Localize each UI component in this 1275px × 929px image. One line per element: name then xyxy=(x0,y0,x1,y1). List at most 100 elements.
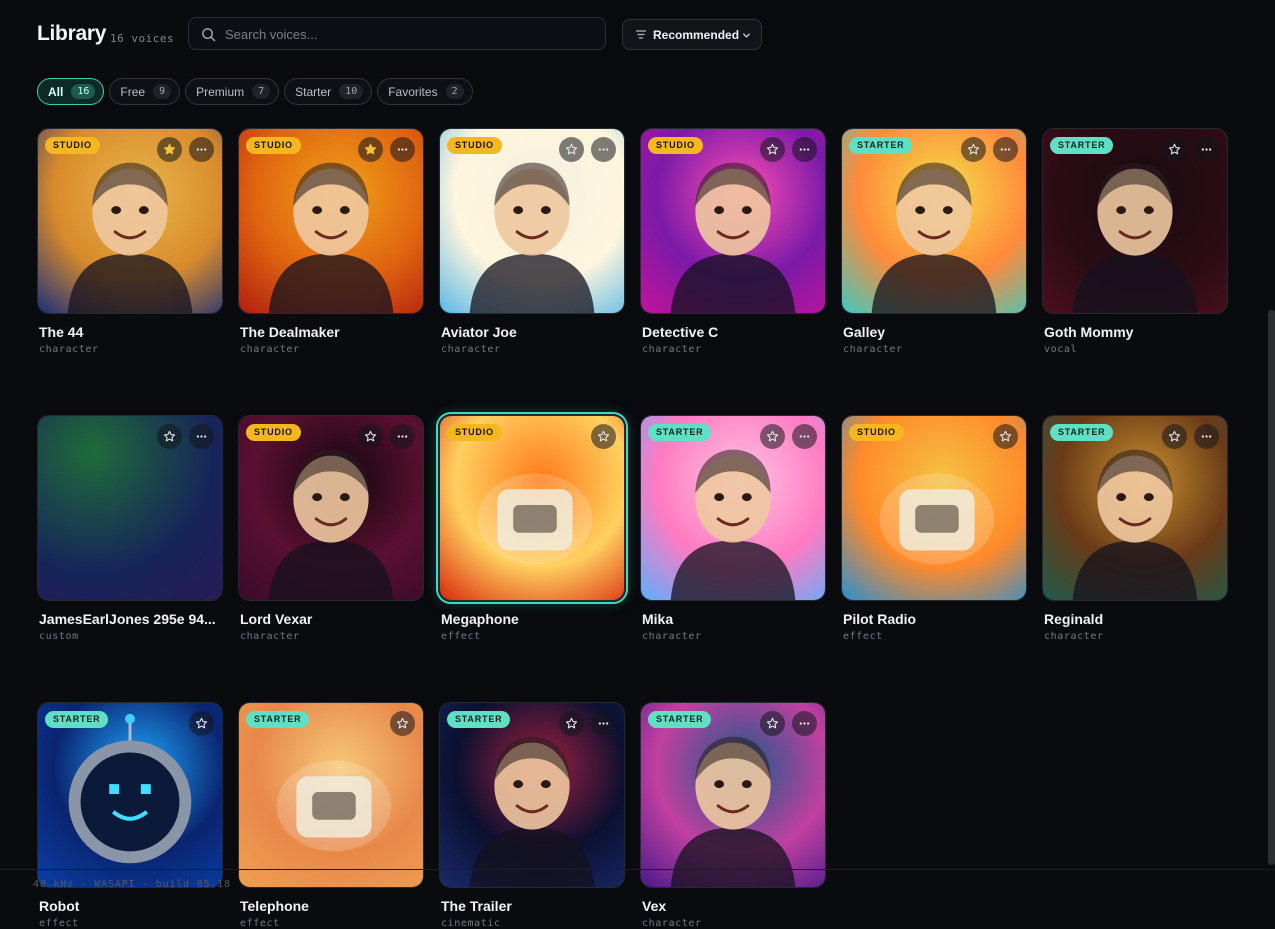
favorite-button[interactable] xyxy=(189,711,214,736)
scrollbar[interactable] xyxy=(1268,310,1275,865)
favorite-button[interactable] xyxy=(760,424,785,449)
voice-thumbnail[interactable]: STUDIO xyxy=(841,415,1027,601)
tier-badge: STARTER xyxy=(849,137,913,154)
tier-badge: STARTER xyxy=(45,711,109,728)
voice-name: The Dealmaker xyxy=(240,324,340,340)
voice-thumbnail[interactable]: STUDIO xyxy=(640,128,826,314)
favorite-button[interactable] xyxy=(390,711,415,736)
voice-card[interactable]: STARTER Galley character xyxy=(841,128,1027,355)
voice-thumbnail[interactable]: STARTER xyxy=(640,702,826,888)
favorite-button[interactable] xyxy=(559,137,584,162)
tier-badge: STUDIO xyxy=(849,424,904,441)
voice-card[interactable]: STARTER Reginald character xyxy=(1042,415,1228,642)
voice-name: Mika xyxy=(642,611,674,627)
more-options-button[interactable] xyxy=(792,137,817,162)
voice-card[interactable]: STUDIO Aviator Joe character xyxy=(439,128,625,355)
voice-card[interactable]: STUDIO The 44 character xyxy=(37,128,223,355)
voice-thumbnail[interactable]: STARTER xyxy=(1042,415,1228,601)
more-options-button[interactable] xyxy=(792,424,817,449)
sort-dropdown[interactable]: Recommended xyxy=(622,19,762,50)
tier-badge: STUDIO xyxy=(648,137,703,154)
voice-card[interactable]: JamesEarlJones 295e 94... custom xyxy=(37,415,223,642)
favorite-button[interactable] xyxy=(157,424,182,449)
voice-thumbnail[interactable]: STUDIO xyxy=(436,412,628,604)
more-options-button[interactable] xyxy=(390,137,415,162)
star-icon xyxy=(766,143,779,155)
more-options-button[interactable] xyxy=(1194,424,1219,449)
more-dots-icon xyxy=(799,722,810,725)
more-options-button[interactable] xyxy=(993,137,1018,162)
voice-name: Aviator Joe xyxy=(441,324,517,340)
filter-chip-label: All xyxy=(48,84,64,99)
favorite-button[interactable] xyxy=(760,711,785,736)
favorite-button[interactable] xyxy=(591,424,616,449)
favorite-button[interactable] xyxy=(1162,424,1187,449)
more-dots-icon xyxy=(799,148,810,151)
voice-card[interactable]: STUDIO Megaphone effect xyxy=(436,412,628,642)
favorite-button[interactable] xyxy=(559,711,584,736)
more-dots-icon xyxy=(1000,148,1011,151)
more-dots-icon xyxy=(598,148,609,151)
voice-card[interactable]: STARTER Goth Mommy vocal xyxy=(1042,128,1228,355)
voice-name: JamesEarlJones 295e 94... xyxy=(39,611,216,627)
voice-thumbnail[interactable]: STUDIO xyxy=(37,128,223,314)
voice-thumbnail[interactable]: STARTER xyxy=(439,702,625,888)
voice-card[interactable]: STUDIO The Dealmaker character xyxy=(238,128,424,355)
favorite-button[interactable] xyxy=(760,137,785,162)
voice-name: Pilot Radio xyxy=(843,611,917,627)
star-icon xyxy=(597,430,610,442)
voice-count: 16 voices xyxy=(110,32,175,45)
page-title: Library xyxy=(37,22,107,45)
search-box[interactable] xyxy=(188,17,606,51)
voice-category: character xyxy=(1044,631,1104,642)
voice-card[interactable]: STARTER Mika character xyxy=(640,415,826,642)
more-options-button[interactable] xyxy=(189,137,214,162)
star-icon xyxy=(565,143,578,155)
favorite-button[interactable] xyxy=(993,424,1018,449)
voice-thumbnail[interactable]: STUDIO xyxy=(439,128,625,314)
sort-lines-icon xyxy=(636,30,646,39)
favorite-button[interactable] xyxy=(358,424,383,449)
chevron-down-icon xyxy=(743,33,750,38)
favorite-button[interactable] xyxy=(1162,137,1187,162)
search-input[interactable] xyxy=(223,18,597,51)
star-icon xyxy=(967,143,980,155)
star-icon xyxy=(565,717,578,729)
more-options-button[interactable] xyxy=(1194,137,1219,162)
more-options-button[interactable] xyxy=(792,711,817,736)
filter-chip-premium[interactable]: Premium 7 xyxy=(185,78,280,105)
favorite-button[interactable] xyxy=(358,137,383,162)
star-icon xyxy=(766,717,779,729)
voice-category: character xyxy=(240,631,300,642)
voice-thumbnail[interactable]: STARTER xyxy=(238,702,424,888)
voice-thumbnail[interactable] xyxy=(37,415,223,601)
voice-card[interactable]: STUDIO Detective C character xyxy=(640,128,826,355)
voice-thumbnail[interactable]: STARTER xyxy=(841,128,1027,314)
filter-chip-favorites[interactable]: Favorites 2 xyxy=(377,78,473,105)
voice-category: cinematic xyxy=(441,918,501,929)
voice-category: character xyxy=(441,344,501,355)
favorite-button[interactable] xyxy=(961,137,986,162)
voice-thumbnail[interactable]: STUDIO xyxy=(238,415,424,601)
voice-name: The 44 xyxy=(39,324,84,340)
filter-chip-label: Starter xyxy=(295,84,332,99)
favorite-button[interactable] xyxy=(157,137,182,162)
star-icon xyxy=(1168,430,1181,442)
filter-chip-label: Favorites xyxy=(388,84,438,99)
filter-chip-all[interactable]: All 16 xyxy=(37,78,105,105)
more-options-button[interactable] xyxy=(591,137,616,162)
voice-thumbnail[interactable]: STARTER xyxy=(37,702,223,888)
voice-thumbnail[interactable]: STARTER xyxy=(640,415,826,601)
more-options-button[interactable] xyxy=(591,711,616,736)
more-options-button[interactable] xyxy=(189,424,214,449)
voice-thumbnail[interactable]: STUDIO xyxy=(238,128,424,314)
voice-thumbnail[interactable]: STARTER xyxy=(1042,128,1228,314)
filter-chip-starter[interactable]: Starter 10 xyxy=(284,78,373,105)
voice-category: character xyxy=(240,344,300,355)
filter-chip-free[interactable]: Free 9 xyxy=(109,78,181,105)
voice-card[interactable]: STUDIO Pilot Radio effect xyxy=(841,415,1027,642)
voice-category: character xyxy=(642,344,702,355)
more-options-button[interactable] xyxy=(390,424,415,449)
tier-badge: STARTER xyxy=(1050,137,1114,154)
voice-card[interactable]: STUDIO Lord Vexar character xyxy=(238,415,424,642)
